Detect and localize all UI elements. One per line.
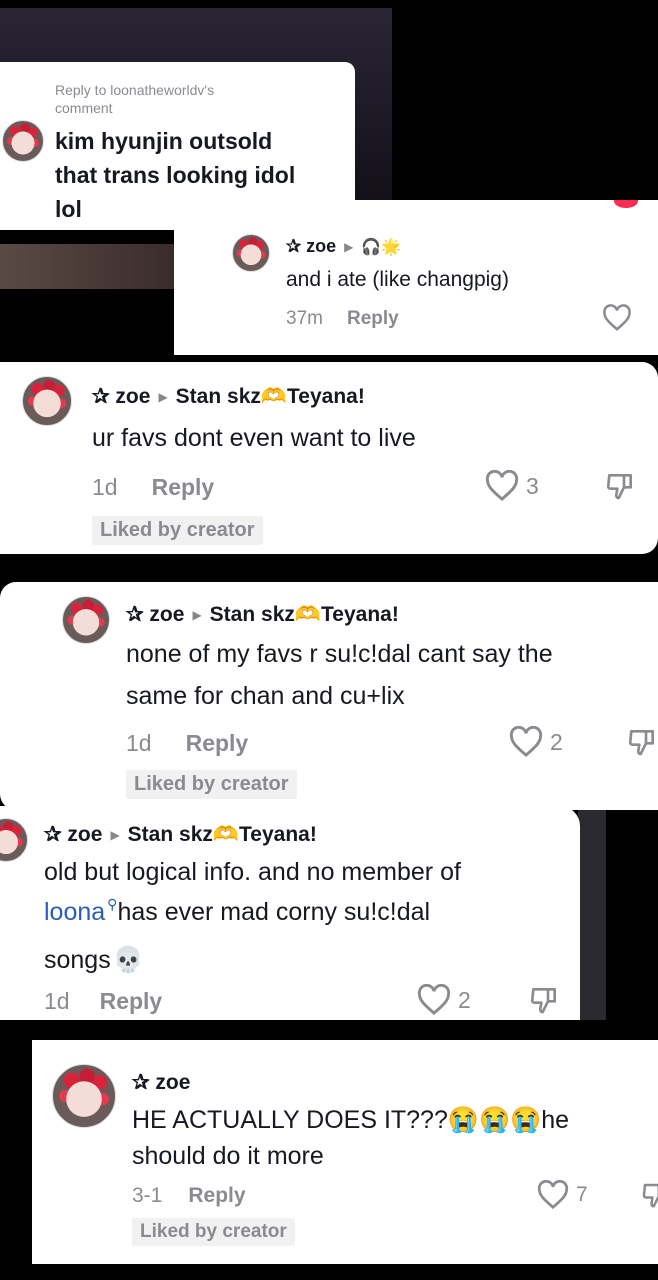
timestamp: 1d: [92, 474, 118, 500]
comment-panel-2: ✰ zoe ▶ 🎧🌟 and i ate (like changpig) 37m…: [174, 200, 658, 355]
comment-text-line: same for chan and cu+lix: [126, 682, 405, 710]
username[interactable]: ✰ zoe: [44, 822, 102, 847]
like-count: 7: [576, 1183, 588, 1206]
like-group[interactable]: 2: [416, 984, 471, 1016]
dark-strip-right: [578, 810, 606, 1020]
comment-text: and i ate (like changpig): [286, 268, 509, 291]
comment-meta: ✰ zoe ▶ 🎧🌟: [286, 236, 401, 257]
caret-right-icon: ▶: [344, 239, 354, 254]
comment-panel-3: ✰ zoe ▶ Stan skz🫶Teyana! ur favs dont ev…: [0, 362, 658, 554]
dislike-icon[interactable]: [626, 726, 658, 758]
comment-text: has ever mad corny su!c!dal: [117, 898, 431, 926]
username[interactable]: ✰ zoe: [132, 1070, 190, 1095]
comment-actions: 1d Reply: [92, 474, 214, 501]
comment-text-line: kim hyunjin outsold: [55, 128, 273, 154]
comment-text-line: none of my favs r su!c!dal cant say the: [126, 640, 553, 668]
comment-text-line: HE ACTUALLY DOES IT??? 😭😭😭 he: [132, 1106, 569, 1135]
like-group[interactable]: 7: [536, 1180, 588, 1210]
dislike-icon[interactable]: [604, 470, 636, 502]
heart-icon[interactable]: [602, 304, 632, 332]
like-icon-partial: [614, 200, 638, 208]
liked-by-creator-badge: Liked by creator: [92, 516, 263, 545]
reply-to-label-cont: comment: [55, 100, 113, 116]
comment-text: HE ACTUALLY DOES IT???: [132, 1106, 448, 1134]
comment-panel-4: ✰ zoe ▶ Stan skz🫶Teyana! none of my favs…: [0, 582, 658, 810]
like-group[interactable]: 2: [508, 726, 563, 758]
timestamp: 1d: [44, 988, 70, 1014]
comment-text: ur favs dont even want to live: [92, 424, 416, 452]
comment-text-line: lol: [55, 196, 82, 222]
username[interactable]: ✰ zoe: [126, 602, 184, 627]
heart-icon[interactable]: [508, 726, 544, 758]
avatar[interactable]: [232, 234, 270, 272]
liked-by-creator-badge: Liked by creator: [126, 770, 297, 799]
comment-actions: 1d Reply: [44, 988, 162, 1015]
video-background-left: [0, 244, 174, 289]
comment-text: he: [541, 1106, 570, 1134]
reply-button[interactable]: Reply: [100, 988, 163, 1015]
liked-by-creator-badge: Liked by creator: [132, 1218, 295, 1246]
reply-target[interactable]: Stan skz🫶Teyana!: [176, 385, 365, 409]
avatar[interactable]: [2, 120, 44, 162]
avatar[interactable]: [0, 818, 28, 862]
comment-actions: 37m Reply: [286, 308, 399, 330]
heart-icon[interactable]: [536, 1180, 570, 1210]
reply-target[interactable]: Stan skz🫶Teyana!: [210, 603, 399, 627]
avatar[interactable]: [52, 1064, 116, 1128]
timestamp: 1d: [126, 730, 152, 756]
avatar[interactable]: [62, 596, 110, 644]
reply-button[interactable]: Reply: [186, 730, 249, 757]
comment-text-line: that trans looking idol: [55, 162, 296, 188]
like-count: 2: [550, 728, 563, 755]
sob-emoji: 😭😭😭: [447, 1106, 542, 1134]
avatar[interactable]: [22, 376, 72, 426]
comment-text-line: old but logical info. and no member of: [44, 858, 461, 886]
comment-meta: ✰ zoe: [132, 1070, 190, 1095]
like-group[interactable]: 3: [484, 470, 539, 502]
caret-right-icon: ▶: [158, 389, 168, 404]
comment-text-line: loona ⚲ has ever mad corny su!c!dal: [44, 896, 431, 927]
skull-emoji: 💀: [112, 946, 144, 974]
comment-text-line: should do it more: [132, 1142, 324, 1170]
reply-button[interactable]: Reply: [347, 308, 399, 330]
like-count: 3: [526, 472, 539, 499]
comment-text: songs: [44, 946, 111, 974]
heart-icon[interactable]: [484, 470, 520, 502]
comment-meta: ✰ zoe ▶ Stan skz🫶Teyana!: [126, 602, 399, 627]
dislike-icon[interactable]: [640, 1180, 658, 1210]
dislike-icon[interactable]: [528, 984, 560, 1016]
reply-to-label: Reply to loonatheworldv's: [55, 82, 215, 98]
reply-button[interactable]: Reply: [188, 1184, 245, 1208]
comment-meta: ✰ zoe ▶ Stan skz🫶Teyana!: [92, 384, 365, 409]
reply-target[interactable]: Stan skz🫶Teyana!: [128, 823, 317, 847]
username[interactable]: ✰ zoe: [92, 384, 150, 409]
reply-button[interactable]: Reply: [152, 474, 215, 501]
comment-panel-5: ✰ zoe ▶ Stan skz🫶Teyana! old but logical…: [0, 806, 580, 1020]
caret-right-icon: ▶: [192, 607, 202, 622]
timestamp: 37m: [286, 308, 323, 329]
comment-panel-6: ✰ zoe HE ACTUALLY DOES IT??? 😭😭😭 he shou…: [32, 1040, 658, 1264]
like-count: 2: [458, 986, 471, 1013]
comment-text-line: songs 💀: [44, 946, 144, 975]
timestamp: 3-1: [132, 1184, 163, 1207]
search-icon: ⚲: [107, 896, 118, 912]
comment-actions: 1d Reply: [126, 730, 248, 757]
emoji: 🎧🌟: [361, 238, 402, 256]
heart-icon[interactable]: [416, 984, 452, 1016]
comment-actions: 3-1 Reply: [132, 1184, 246, 1208]
caret-right-icon: ▶: [110, 827, 120, 842]
hashtag-link[interactable]: loona: [44, 898, 105, 927]
username[interactable]: ✰ zoe: [286, 236, 336, 257]
comment-meta: ✰ zoe ▶ Stan skz🫶Teyana!: [44, 822, 317, 847]
